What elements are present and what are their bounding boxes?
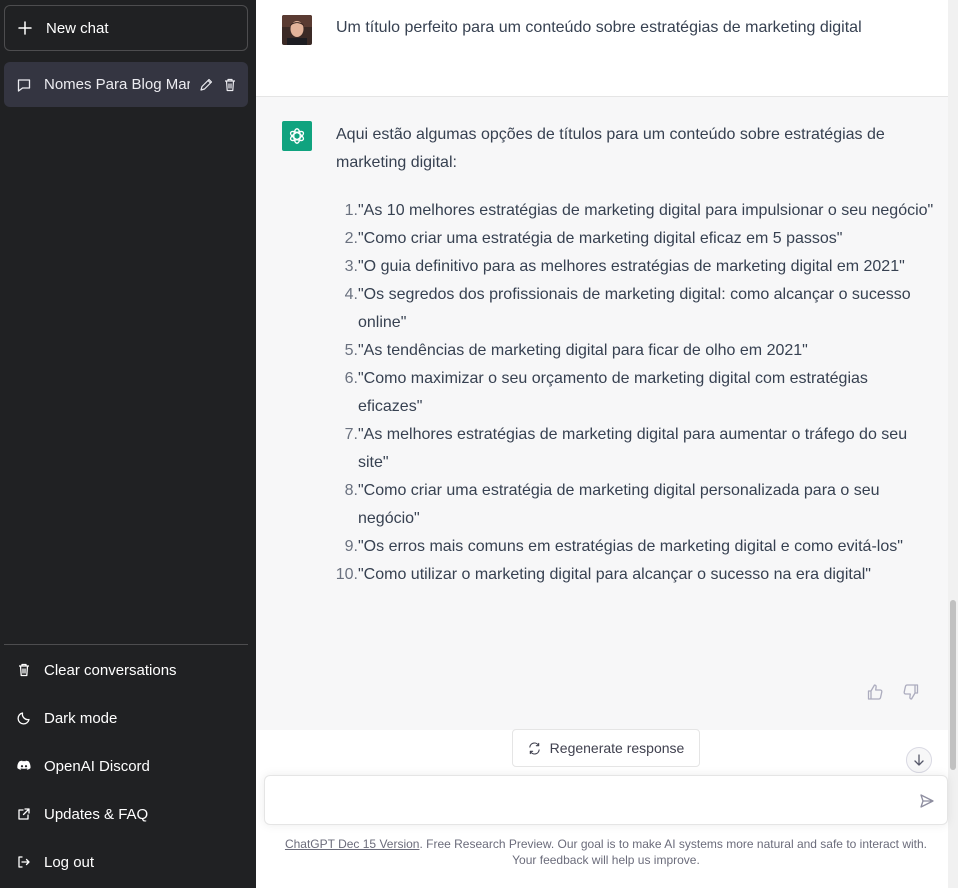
thumbs-down-icon[interactable] bbox=[902, 683, 920, 701]
list-item: 1. "As 10 melhores estratégias de marketi… bbox=[344, 202, 934, 219]
user-avatar bbox=[282, 15, 312, 45]
edit-icon[interactable] bbox=[198, 77, 214, 93]
discord-icon bbox=[17, 760, 31, 770]
menu-label: Dark mode bbox=[44, 709, 118, 727]
scrollbar-thumb[interactable] bbox=[950, 600, 956, 770]
sidebar-divider bbox=[4, 644, 248, 645]
refresh-icon bbox=[528, 741, 540, 755]
sidebar-menu: Clear conversations Dark mode OpenAI Dis… bbox=[4, 646, 248, 886]
message-input-box bbox=[264, 775, 948, 825]
scroll-to-bottom-button[interactable] bbox=[906, 747, 932, 773]
assistant-intro-text: Aqui estão algumas opções de títulos par… bbox=[336, 126, 885, 171]
trash-icon[interactable] bbox=[222, 77, 238, 93]
list-item: 4. "Os segredos dos profissionais de mark… bbox=[344, 286, 911, 331]
menu-label: Log out bbox=[44, 853, 95, 871]
assistant-message: Aqui estão algumas opções de títulos par… bbox=[336, 121, 936, 589]
logout-icon bbox=[18, 856, 30, 868]
clear-conversations-button[interactable]: Clear conversations bbox=[4, 646, 248, 694]
list-item: 8. "Como criar uma estratégia de marketin… bbox=[344, 482, 880, 527]
log-out-button[interactable]: Log out bbox=[4, 838, 248, 886]
new-chat-button[interactable]: New chat bbox=[4, 5, 248, 51]
conversation-item[interactable]: Nomes Para Blog Marketing bbox=[4, 62, 248, 107]
dark-mode-button[interactable]: Dark mode bbox=[4, 694, 248, 742]
updates-faq-link[interactable]: Updates & FAQ bbox=[4, 790, 248, 838]
list-item: 2. "Como criar uma estratégia de marketin… bbox=[344, 230, 843, 247]
new-chat-label: New chat bbox=[46, 19, 109, 37]
trash-icon bbox=[19, 663, 29, 677]
openai-logo-icon bbox=[282, 121, 312, 151]
list-item: 5. "As tendências de marketing digital pa… bbox=[344, 342, 808, 359]
user-message-text: Um título perfeito para um conteúdo sobr… bbox=[336, 19, 862, 36]
conversation-label: Nomes Para Blog Marketing bbox=[44, 76, 190, 93]
plus-icon bbox=[18, 21, 32, 35]
footer-disclaimer: ChatGPT Dec 15 Version. Free Research Pr… bbox=[276, 836, 936, 868]
list-item: 10. "Como utilizar o marketing digital pa… bbox=[335, 566, 871, 583]
openai-discord-link[interactable]: OpenAI Discord bbox=[4, 742, 248, 790]
sidebar: New chat Nomes Para Blog Marketing Clear… bbox=[0, 0, 256, 888]
version-link[interactable]: ChatGPT Dec 15 Version bbox=[285, 837, 420, 851]
menu-label: OpenAI Discord bbox=[44, 757, 150, 775]
title-suggestions-list: 1. "As 10 melhores estratégias de marketi… bbox=[336, 197, 936, 589]
thumbs-up-icon[interactable] bbox=[866, 683, 884, 701]
regenerate-response-button[interactable]: Regenerate response bbox=[512, 729, 700, 767]
scrollbar[interactable] bbox=[948, 0, 958, 888]
regenerate-label: Regenerate response bbox=[549, 740, 685, 756]
chat-main: Um título perfeito para um conteúdo sobr… bbox=[256, 0, 958, 888]
list-item: 7. "As melhores estratégias de marketing … bbox=[344, 426, 908, 471]
message-input[interactable] bbox=[279, 790, 909, 812]
list-item: 3. "O guia definitivo para as melhores es… bbox=[344, 258, 905, 275]
menu-label: Updates & FAQ bbox=[44, 805, 149, 823]
moon-icon bbox=[17, 712, 30, 725]
list-item: 6. "Como maximizar o seu orçamento de mar… bbox=[344, 370, 868, 415]
assistant-message-row: Aqui estão algumas opções de títulos par… bbox=[256, 97, 948, 730]
menu-label: Clear conversations bbox=[44, 661, 177, 679]
external-link-icon bbox=[18, 808, 30, 820]
arrow-down-icon bbox=[914, 754, 924, 766]
send-icon[interactable] bbox=[919, 793, 935, 809]
chat-bubble-icon bbox=[17, 78, 31, 92]
user-message-row: Um título perfeito para um conteúdo sobr… bbox=[256, 0, 948, 97]
footer-note-text: . Free Research Preview. Our goal is to … bbox=[419, 837, 928, 867]
list-item: 9. "Os erros mais comuns em estratégias d… bbox=[344, 538, 903, 555]
feedback-buttons bbox=[866, 683, 920, 701]
